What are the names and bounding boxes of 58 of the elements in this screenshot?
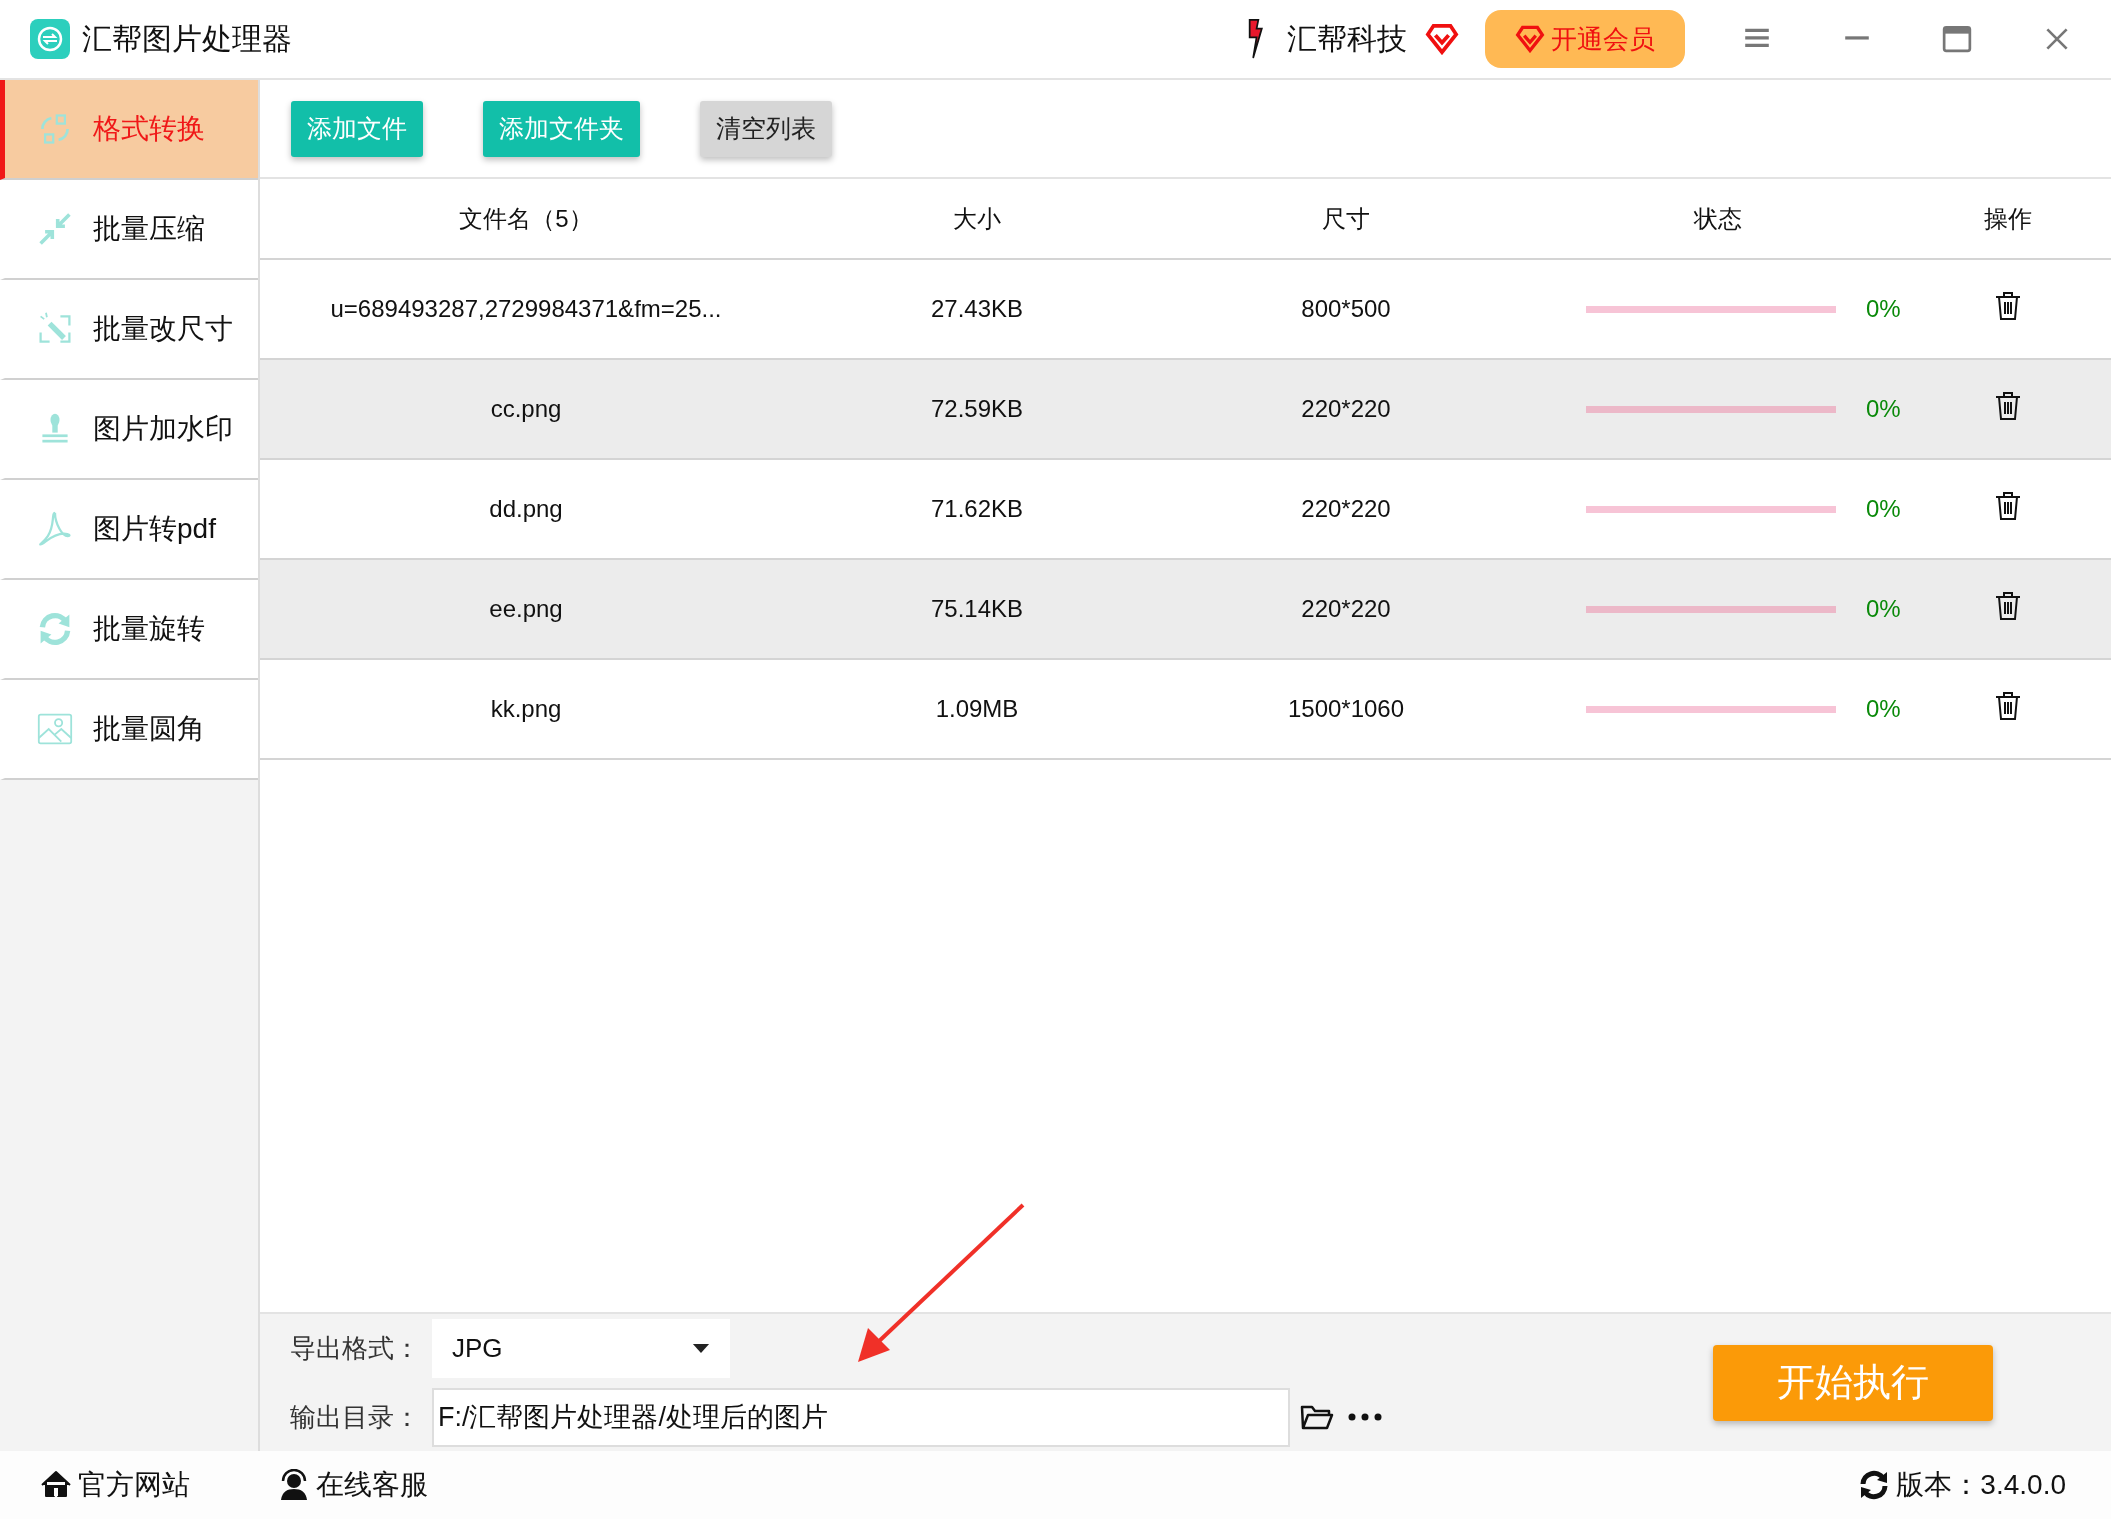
column-header: 大小: [952, 203, 1002, 234]
more-icon[interactable]: [1348, 1413, 1382, 1421]
column-header: 文件名（5）: [458, 203, 594, 234]
file-name-cell-text: ee.png: [488, 595, 564, 623]
dimensions-cell-text: 220*220: [1300, 395, 1392, 423]
column-header: 状态: [1692, 203, 1743, 234]
dimensions-cell-text: 220*220: [1300, 595, 1392, 623]
column-header: 尺寸: [1321, 203, 1371, 234]
diamond-icon: [1425, 23, 1459, 55]
compress-arrows-icon: [37, 211, 73, 247]
brand-name: 汇帮科技: [1287, 20, 1407, 57]
footer-link[interactable]: 在线客服: [278, 1466, 428, 1504]
sidebar-item[interactable]: 图片转pdf: [0, 480, 258, 580]
app-logo-icon: [30, 19, 70, 59]
file-size-cell-text: 27.43KB: [929, 295, 1025, 323]
file-size-cell-text: 75.14KB: [929, 595, 1025, 623]
column-header: 操作: [1983, 203, 2033, 234]
format-dropdown[interactable]: JPG: [432, 1318, 730, 1378]
diamond-icon: [1515, 25, 1545, 53]
sidebar-item[interactable]: 批量压缩: [0, 180, 258, 280]
pdf-icon: [37, 511, 73, 547]
folder-icon[interactable]: [1300, 1403, 1334, 1431]
sidebar-item[interactable]: 批量旋转: [0, 580, 258, 680]
file-name-cell-text: u=689493287,2729984371&fm=25...: [329, 295, 723, 323]
window-title: 汇帮图片处理器: [82, 20, 292, 57]
rotate-icon: [37, 611, 73, 647]
trash-icon[interactable]: [1994, 691, 2022, 721]
field-label: 输出目录：: [290, 1400, 421, 1434]
sidebar-item[interactable]: 图片加水印: [0, 380, 258, 480]
trash-icon[interactable]: [1994, 291, 2022, 321]
maximize-icon[interactable]: [1942, 24, 1972, 54]
progress-percent: 0%: [1866, 495, 1901, 523]
dimensions-cell-text: 220*220: [1300, 495, 1392, 523]
progress-percent: 0%: [1866, 295, 1901, 323]
file-size-cell-text: 71.62KB: [929, 495, 1025, 523]
dimensions-cell-text: 800*500: [1300, 295, 1392, 323]
file-name-cell-text: dd.png: [488, 495, 564, 523]
field-label: 导出格式：: [290, 1331, 421, 1365]
caret-icon: [692, 1342, 710, 1354]
toolbar-button[interactable]: 清空列表: [700, 100, 832, 157]
file-name-cell-text: cc.png: [489, 395, 563, 423]
dimensions-cell-text: 1500*1060: [1286, 695, 1406, 723]
footer-link[interactable]: 官方网站: [40, 1466, 190, 1504]
sidebar-item[interactable]: 批量圆角: [0, 680, 258, 780]
trash-icon[interactable]: [1994, 491, 2022, 521]
trash-icon[interactable]: [1994, 591, 2022, 621]
progress-percent: 0%: [1866, 695, 1901, 723]
image-icon: [37, 711, 73, 747]
output-path-field[interactable]: F:/汇帮图片处理器/处理后的图片: [432, 1387, 1290, 1447]
user-headset-icon: [278, 1469, 310, 1501]
file-size-cell-text: 1.09MB: [934, 695, 1020, 723]
trash-icon[interactable]: [1994, 391, 2022, 421]
version-label: 版本：3.4.0.0: [1896, 1468, 2066, 1502]
file-name-cell-text: kk.png: [489, 695, 563, 723]
progress-percent: 0%: [1866, 595, 1901, 623]
progress-percent: 0%: [1866, 395, 1901, 423]
sidebar-item[interactable]: 批量改尺寸: [0, 280, 258, 380]
file-size-cell-text: 72.59KB: [929, 395, 1025, 423]
